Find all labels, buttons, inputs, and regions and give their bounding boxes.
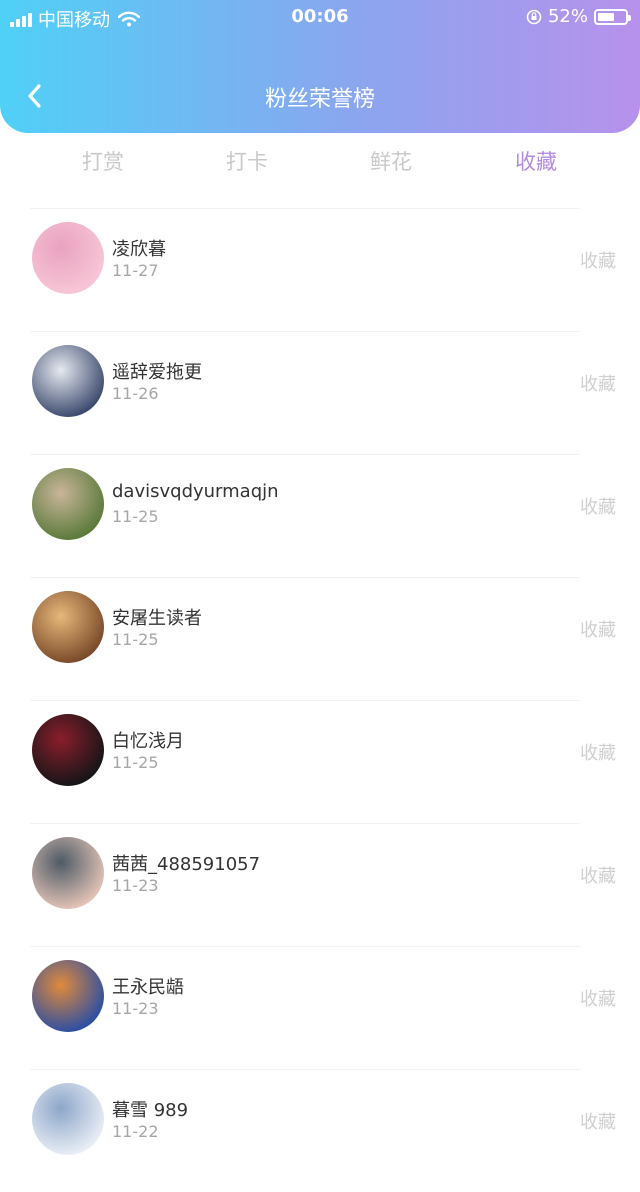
tab-daka[interactable]: 打卡 — [187, 146, 307, 176]
status-bar: 中国移动 00:06 52% — [0, 0, 640, 34]
fan-name: 茜茜_488591057 — [112, 854, 261, 875]
avatar[interactable] — [32, 960, 104, 1032]
avatar[interactable] — [32, 1083, 104, 1155]
fan-date: 11-25 — [112, 753, 159, 772]
fan-name: 王永民龉 — [112, 977, 184, 998]
tab-xianhua[interactable]: 鲜花 — [331, 146, 451, 176]
rotation-lock-icon — [526, 9, 542, 24]
fan-tag: 收藏 — [580, 497, 616, 518]
avatar[interactable] — [32, 837, 104, 909]
fan-tag: 收藏 — [580, 251, 616, 272]
battery-icon — [594, 8, 631, 25]
fan-tag: 收藏 — [580, 374, 616, 395]
fan-date: 11-25 — [112, 507, 159, 526]
page-title: 粉丝荣誉榜 — [264, 87, 375, 112]
list-item[interactable]: 茜茜_488591057 11-23 收藏 — [30, 823, 616, 946]
list-item[interactable]: 白忆浅月 11-25 收藏 — [30, 700, 616, 823]
avatar[interactable] — [32, 591, 104, 663]
header: 中国移动 00:06 52% 粉丝荣誉榜 — [0, 0, 640, 133]
fan-date: 11-22 — [112, 1122, 159, 1141]
list-item[interactable]: 安屠生读者 11-25 收藏 — [30, 577, 616, 700]
fan-name: 凌欣暮 — [112, 239, 166, 260]
list-item[interactable]: 王永民龉 11-23 收藏 — [30, 946, 616, 1069]
fan-name: 遥辞爱拖更 — [112, 362, 202, 383]
fan-tag: 收藏 — [580, 743, 616, 764]
fan-date: 11-25 — [112, 630, 159, 649]
battery-percent: 52% — [547, 6, 588, 27]
list-item[interactable]: 遥辞爱拖更 11-26 收藏 — [30, 331, 616, 454]
fan-name: davisvqdyurmaqjn — [112, 481, 279, 502]
fan-date: 11-23 — [112, 876, 159, 895]
fan-tag: 收藏 — [580, 989, 616, 1010]
fan-date: 11-27 — [112, 261, 159, 280]
fan-name: 安屠生读者 — [112, 608, 202, 629]
fan-date: 11-26 — [112, 384, 159, 403]
list-item[interactable]: davisvqdyurmaqjn 11-25 收藏 — [30, 454, 616, 577]
fan-date: 11-23 — [112, 999, 159, 1018]
nav-bar: 粉丝荣誉榜 — [0, 60, 640, 132]
avatar[interactable] — [32, 345, 104, 417]
fan-tag: 收藏 — [580, 1112, 616, 1133]
tab-dashang[interactable]: 打赏 — [43, 146, 163, 176]
fan-tag: 收藏 — [580, 866, 616, 887]
fan-name: 暮雪 989 — [112, 1100, 189, 1121]
avatar[interactable] — [32, 468, 104, 540]
list-item[interactable]: 凌欣暮 11-27 收藏 — [30, 208, 616, 331]
list-item[interactable]: 暮雪 989 11-22 收藏 — [30, 1069, 616, 1192]
avatar[interactable] — [32, 714, 104, 786]
fan-tag: 收藏 — [580, 620, 616, 641]
tab-shoucang[interactable]: 收藏 — [476, 146, 596, 176]
tab-bar: 打赏 打卡 鲜花 收藏 — [0, 140, 640, 184]
fan-name: 白忆浅月 — [112, 731, 184, 752]
fan-list: 凌欣暮 11-27 收藏 遥辞爱拖更 11-26 收藏 davisvqdyurm… — [0, 208, 640, 1192]
avatar[interactable] — [32, 222, 104, 294]
